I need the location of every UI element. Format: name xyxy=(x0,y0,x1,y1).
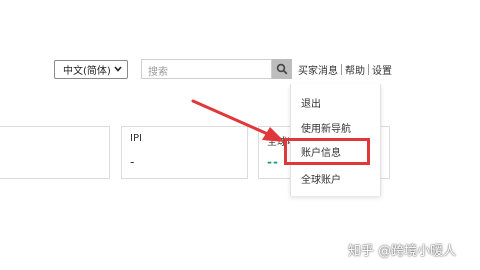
screenshot-stage: 中文(简体) 搜索 买家消息 帮助 设置 IPI - 全球收入 -- 退出 使用… xyxy=(0,0,480,270)
arrow-shaft xyxy=(191,99,272,137)
arrow-head xyxy=(262,127,285,142)
annotation-arrow xyxy=(191,99,285,142)
watermark: 知乎 @跨境小暖人 xyxy=(348,244,457,259)
